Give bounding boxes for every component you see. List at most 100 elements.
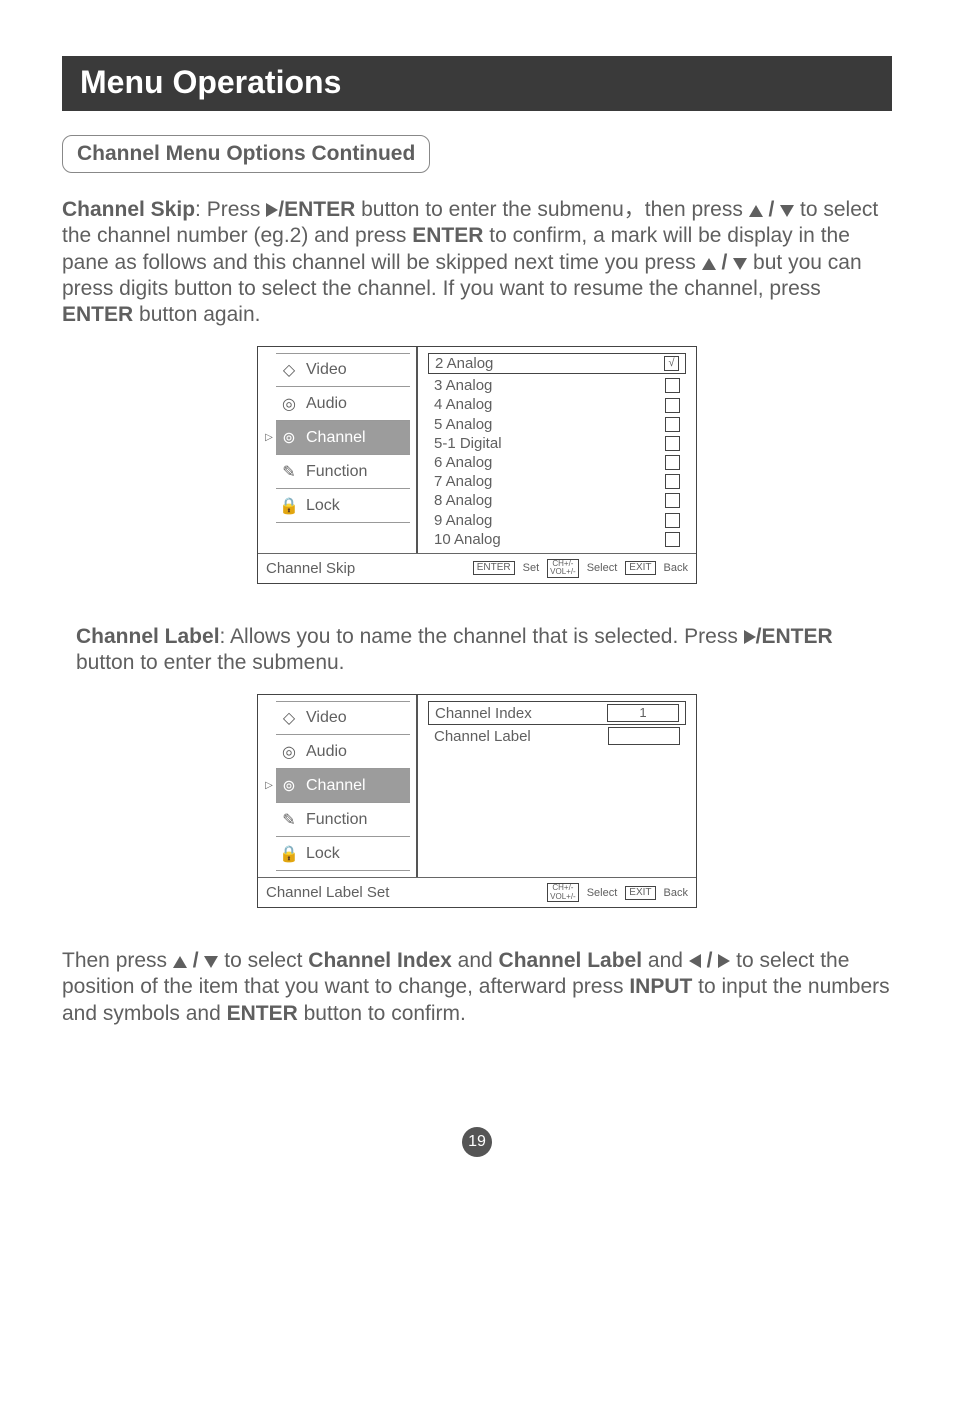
menu-item-audio[interactable]: ◎ Audio xyxy=(276,387,410,421)
pointer-col xyxy=(264,455,274,489)
menu-item-lock[interactable]: 🔒 Lock xyxy=(276,489,410,523)
channel-name: 8 Analog xyxy=(434,491,492,510)
keycap-exit: EXIT xyxy=(625,561,655,575)
arrow-up-icon xyxy=(702,258,716,270)
arrow-up-icon xyxy=(749,205,763,217)
field-value[interactable] xyxy=(608,727,680,745)
video-icon: ◇ xyxy=(278,707,300,729)
channel-row[interactable]: 9 Analog xyxy=(428,511,686,530)
pointer-col xyxy=(264,837,274,871)
text-channel-label: Channel Label xyxy=(499,949,643,972)
channel-name: 5 Analog xyxy=(434,415,492,434)
play-right-icon xyxy=(266,203,278,217)
channel-icon: ⊚ xyxy=(278,427,300,449)
text: : Allows you to name the channel that is… xyxy=(220,625,744,648)
channel-name: 2 Analog xyxy=(435,355,493,372)
menu-row: ◇ Video xyxy=(264,353,410,387)
label-row-channel-index[interactable]: Channel Index 1 xyxy=(428,701,686,725)
text-sep: / xyxy=(701,949,719,972)
menu-label: Video xyxy=(306,709,347,727)
function-icon: ✎ xyxy=(278,461,300,483)
channel-name: 3 Analog xyxy=(434,376,492,395)
menu-item-channel[interactable]: ⊚ Channel xyxy=(276,421,410,455)
lead-channel-label: Channel Label xyxy=(76,625,220,648)
lock-icon: 🔒 xyxy=(278,495,300,517)
pointer-col: ▷ xyxy=(264,769,274,803)
lock-icon: 🔒 xyxy=(278,843,300,865)
text: button to confirm. xyxy=(298,1002,466,1025)
menu-row: ◇ Video xyxy=(264,701,410,735)
field-name: Channel Label xyxy=(434,728,598,745)
text-channel-index: Channel Index xyxy=(308,949,452,972)
checkbox-icon xyxy=(665,398,680,413)
section-subhead: Channel Menu Options Continued xyxy=(62,135,430,173)
label-row-channel-label[interactable]: Channel Label xyxy=(428,725,686,747)
menu-item-video[interactable]: ◇ Video xyxy=(276,701,410,735)
channel-row-selected[interactable]: 2 Analog √ xyxy=(428,353,686,374)
keycap-exit: EXIT xyxy=(625,886,655,900)
channel-name: 10 Analog xyxy=(434,530,501,549)
menu-row: 🔒 Lock xyxy=(264,489,410,523)
osd-main: ◇ Video ◎ Audio ▷ ⊚ Channel xyxy=(258,695,696,877)
keycap-enter: ENTER xyxy=(473,561,515,575)
channel-name: 9 Analog xyxy=(434,511,492,530)
channel-row[interactable]: 4 Analog xyxy=(428,395,686,414)
menu-item-video[interactable]: ◇ Video xyxy=(276,353,410,387)
audio-icon: ◎ xyxy=(278,741,300,763)
text: and xyxy=(452,949,499,972)
menu-item-function[interactable]: ✎ Function xyxy=(276,455,410,489)
footer-text: Back xyxy=(664,887,688,899)
page-title: Menu Operations xyxy=(62,56,892,111)
checkbox-icon xyxy=(665,474,680,489)
menu-row: 🔒 Lock xyxy=(264,837,410,871)
channel-row[interactable]: 6 Analog xyxy=(428,453,686,472)
channel-row[interactable]: 5-1 Digital xyxy=(428,434,686,453)
audio-icon: ◎ xyxy=(278,393,300,415)
text-sep: / xyxy=(763,198,781,221)
text-enter: ENTER xyxy=(412,224,483,247)
checkbox-icon xyxy=(665,455,680,470)
menu-item-function[interactable]: ✎ Function xyxy=(276,803,410,837)
pointer-col xyxy=(264,353,274,387)
channel-name: 7 Analog xyxy=(434,472,492,491)
footer-title: Channel Skip xyxy=(266,560,355,577)
checkbox-icon xyxy=(665,378,680,393)
osd-menu-list: ◇ Video ◎ Audio ▷ ⊚ Channel xyxy=(258,695,418,877)
menu-item-lock[interactable]: 🔒 Lock xyxy=(276,837,410,871)
footer-text: Back xyxy=(664,562,688,574)
text: Then press xyxy=(62,949,173,972)
text: : Press xyxy=(195,198,260,221)
osd-footer: Channel Skip ENTER Set CH+/-VOL+/- Selec… xyxy=(258,553,696,583)
pointer-icon: ▷ xyxy=(265,433,273,443)
footer-text: Select xyxy=(587,562,618,574)
paragraph-channel-label: Channel Label: Allows you to name the ch… xyxy=(76,624,892,677)
footer-text: Select xyxy=(587,887,618,899)
menu-item-channel[interactable]: ⊚ Channel xyxy=(276,769,410,803)
channel-row[interactable]: 3 Analog xyxy=(428,376,686,395)
channel-icon: ⊚ xyxy=(278,775,300,797)
checkbox-icon xyxy=(665,436,680,451)
text-sep: / xyxy=(187,949,205,972)
channel-row[interactable]: 7 Analog xyxy=(428,472,686,491)
pointer-col xyxy=(264,489,274,523)
menu-row: ◎ Audio xyxy=(264,735,410,769)
text: button again. xyxy=(133,303,260,326)
menu-label: Audio xyxy=(306,743,347,761)
video-icon: ◇ xyxy=(278,359,300,381)
text-enter: /ENTER xyxy=(278,198,355,221)
channel-name: 4 Analog xyxy=(434,395,492,414)
pointer-col xyxy=(264,387,274,421)
channel-row[interactable]: 5 Analog xyxy=(428,415,686,434)
page-number: 19 xyxy=(462,1127,492,1157)
text: and xyxy=(642,949,689,972)
arrow-down-icon xyxy=(204,956,218,968)
text-enter: ENTER xyxy=(62,303,133,326)
paragraph-channel-skip: Channel Skip: Press /ENTER button to ent… xyxy=(62,197,892,328)
field-value[interactable]: 1 xyxy=(607,704,679,722)
channel-row[interactable]: 10 Analog xyxy=(428,530,686,549)
pointer-col xyxy=(264,735,274,769)
osd-main: ◇ Video ◎ Audio ▷ ⊚ Channel xyxy=(258,347,696,553)
channel-row[interactable]: 8 Analog xyxy=(428,491,686,510)
menu-item-audio[interactable]: ◎ Audio xyxy=(276,735,410,769)
osd-label-fields: Channel Index 1 Channel Label xyxy=(418,695,696,877)
